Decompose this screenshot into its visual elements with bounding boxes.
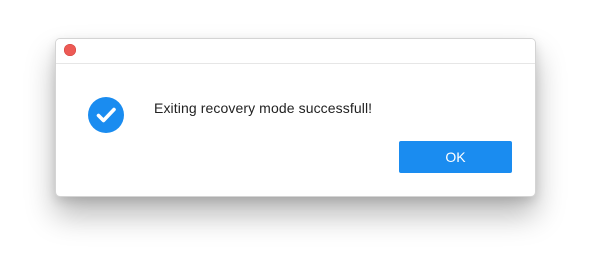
ok-button[interactable]: OK xyxy=(399,141,512,173)
close-dot-icon[interactable] xyxy=(64,44,76,56)
screen: Exiting recovery mode successfull! OK xyxy=(0,0,592,272)
title-bar xyxy=(56,39,535,64)
alert-dialog: Exiting recovery mode successfull! OK xyxy=(55,38,536,197)
dialog-message: Exiting recovery mode successfull! xyxy=(154,100,373,116)
check-circle-icon xyxy=(88,97,124,133)
